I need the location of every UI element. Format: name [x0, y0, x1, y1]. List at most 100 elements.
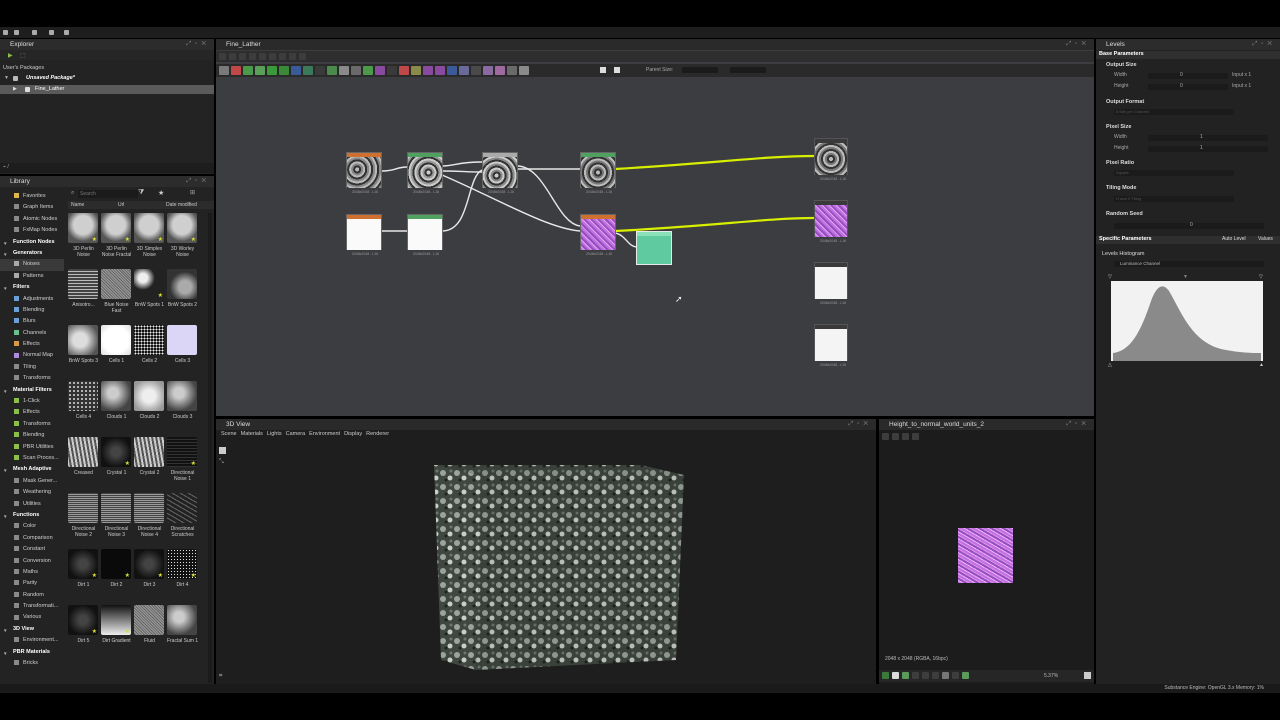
height-mode[interactable]: Input x 1 [1232, 83, 1251, 89]
library-thumbnail[interactable]: ★ [167, 213, 197, 243]
input-high-handle-icon[interactable]: ▽ [1259, 274, 1263, 280]
library-tree-item[interactable]: Patterns [0, 271, 64, 282]
package-row[interactable]: ▼ Unsaved Package* [0, 74, 214, 83]
library-thumbnail[interactable] [134, 381, 164, 411]
node-button-icon[interactable] [471, 66, 481, 75]
library-thumbnail[interactable] [167, 493, 197, 523]
col-url[interactable]: Url [118, 201, 124, 209]
node-button-icon[interactable] [399, 66, 409, 75]
collapse-arrow-icon[interactable]: ▶ [13, 86, 17, 92]
output-node-3[interactable]: 2048x2048 - L16 [814, 262, 848, 305]
uniform-node-2[interactable]: 2048x2048 - L16 [407, 214, 443, 256]
filter-icon[interactable]: ⧩ [138, 189, 144, 197]
library-tree-item[interactable]: Mask Gener... [0, 476, 64, 487]
library-thumbnail[interactable]: ★ [68, 549, 98, 579]
gear-icon[interactable] [289, 53, 296, 60]
zoom-icon[interactable] [249, 53, 256, 60]
node-button-icon[interactable] [483, 66, 493, 75]
view3d-menu-item[interactable]: Renderer [366, 431, 389, 437]
library-thumbnail[interactable]: ★ [68, 605, 98, 635]
settings-icon[interactable] [279, 53, 286, 60]
height-slider[interactable] [1148, 84, 1228, 90]
library-tree-item[interactable]: Transforms [0, 419, 64, 430]
node-button-icon[interactable] [375, 66, 385, 75]
save-icon[interactable] [49, 30, 54, 35]
library-thumbnail[interactable]: ★ [167, 549, 197, 579]
width-mode[interactable]: Input x 1 [1232, 72, 1251, 78]
view3d-corner-icon[interactable]: ⌗ [219, 673, 222, 680]
save-image-icon[interactable] [892, 433, 899, 440]
library-tree-item[interactable]: Adjustments [0, 294, 64, 305]
panel-controls-icon[interactable]: ⤢▫✕ [1067, 419, 1091, 430]
library-thumbnail[interactable]: ★ [68, 213, 98, 243]
search-input[interactable]: Search [78, 190, 138, 198]
frame-add-icon[interactable] [614, 67, 620, 73]
node-button-icon[interactable] [435, 66, 445, 75]
input-low-handle-icon[interactable]: ▽ [1108, 274, 1112, 280]
library-thumbnail[interactable]: ★ [134, 549, 164, 579]
library-tree-item[interactable]: Transformati... [0, 601, 64, 612]
library-thumbnail[interactable]: ★ [101, 437, 131, 467]
view-icon[interactable] [299, 53, 306, 60]
view3d-menu-item[interactable]: Scene [221, 431, 237, 437]
node-button-icon[interactable] [339, 66, 349, 75]
move-tool-icon[interactable]: ⤡ [219, 459, 224, 466]
frame-node[interactable] [636, 231, 672, 265]
channel-select[interactable]: Luminance Channel [1114, 261, 1264, 267]
library-thumbnail[interactable]: ★ [134, 269, 164, 299]
panel-controls-icon[interactable]: ⤢▫✕ [1253, 39, 1277, 50]
auto-level-button[interactable]: Auto Level [1222, 236, 1246, 242]
normal-node[interactable]: 2048x2048 - L16 [580, 214, 616, 256]
library-thumbnail[interactable] [101, 269, 131, 299]
grid-icon[interactable] [14, 30, 19, 35]
grid-snap-icon[interactable] [259, 53, 266, 60]
histogram-box[interactable] [1111, 281, 1263, 361]
node-button-icon[interactable] [447, 66, 457, 75]
library-thumbnail[interactable] [68, 269, 98, 299]
output-format-select[interactable]: 8 Bits per Channel [1114, 109, 1234, 115]
pin-icon[interactable] [239, 53, 246, 60]
parent-size-field[interactable] [682, 67, 718, 73]
node-button-icon[interactable] [387, 66, 397, 75]
camera-tool-icon[interactable] [219, 447, 226, 454]
node-button-icon[interactable] [327, 66, 337, 75]
library-tree-item[interactable]: ▾ Mesh Adaptive [0, 464, 64, 475]
output-low-handle-icon[interactable]: △ [1108, 362, 1112, 368]
channel-icon[interactable] [882, 433, 889, 440]
list-view-icon[interactable]: ⊞ [190, 189, 195, 196]
library-tree-item[interactable]: Effects [0, 407, 64, 418]
library-tree-item[interactable]: Tiling [0, 362, 64, 373]
node-button-icon[interactable] [279, 66, 289, 75]
levels-node[interactable]: 2048x2048 - L16 [580, 152, 616, 194]
node-button-icon[interactable] [219, 66, 229, 75]
library-tree-item[interactable]: ▾ Function Nodes [0, 237, 64, 248]
panel-controls-icon[interactable]: ⤢▫✕ [187, 176, 211, 187]
uniform-node[interactable]: 2048x2048 - L16 [346, 214, 382, 256]
library-tree-item[interactable]: Noises [0, 259, 64, 271]
values-button[interactable]: Values [1258, 236, 1273, 242]
library-tree-item[interactable]: Scan Proces... [0, 453, 64, 464]
atomic-node-buttons[interactable] [219, 66, 531, 77]
view3d-menu-item[interactable]: Display [344, 431, 362, 437]
output-high-handle-icon[interactable]: ▲ [1259, 362, 1264, 368]
pin-icon[interactable] [912, 433, 919, 440]
library-thumbnail[interactable] [68, 493, 98, 523]
library-tree-item[interactable]: Atomic Nodes [0, 214, 64, 225]
width-slider[interactable] [1148, 73, 1228, 79]
node-button-icon[interactable] [459, 66, 469, 75]
node-button-icon[interactable] [507, 66, 517, 75]
library-thumbnail[interactable] [101, 325, 131, 355]
library-tree-item[interactable]: Parity [0, 578, 64, 589]
library-tree-item[interactable]: Blending [0, 305, 64, 316]
frame-icon[interactable] [219, 53, 226, 60]
library-tree-item[interactable]: Bricks [0, 658, 64, 669]
view3d-menu-item[interactable]: Environment [309, 431, 340, 437]
copy-icon[interactable] [902, 433, 909, 440]
node-button-icon[interactable] [315, 66, 325, 75]
node-button-icon[interactable] [291, 66, 301, 75]
library-thumbnail[interactable] [134, 493, 164, 523]
arrange-icon[interactable] [269, 53, 276, 60]
tiling-mode-select[interactable]: H and V Tiling [1114, 196, 1234, 202]
library-tree-item[interactable]: Effects [0, 339, 64, 350]
library-tree-item[interactable]: Weathering [0, 487, 64, 498]
